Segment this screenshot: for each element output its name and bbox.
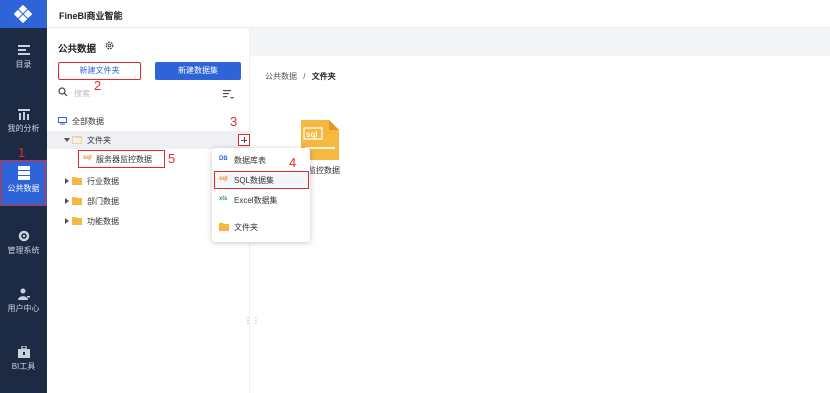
menu-item-excel-dataset[interactable]: xls Excel数据集 — [212, 191, 310, 209]
nav-label: 目录 — [15, 60, 32, 69]
bi-tools-icon — [17, 346, 30, 358]
tree-label: 行业数据 — [87, 177, 119, 186]
breadcrumb-root[interactable]: 公共数据 — [265, 72, 297, 81]
search-placeholder: 搜索 — [74, 89, 90, 98]
tree-item-folder[interactable]: 文件夹 — [47, 131, 250, 149]
expand-arrow-icon[interactable] — [65, 218, 69, 224]
file-icon-text: sql — [306, 130, 318, 139]
management-icon — [18, 230, 29, 242]
panel-title: 公共数据 — [58, 44, 97, 55]
main-header — [250, 28, 830, 56]
folder-open-icon — [72, 136, 82, 144]
db-table-icon: DB — [219, 156, 228, 162]
annotation-3: 3 — [230, 114, 238, 129]
nav-label: 用户中心 — [7, 304, 40, 313]
folder-icon — [72, 197, 82, 205]
search-icon — [58, 87, 68, 97]
filter-sort-icon[interactable] — [223, 89, 234, 99]
new-dataset-button[interactable]: 新建数据集 — [155, 62, 241, 80]
menu-item-folder[interactable]: 文件夹 — [212, 218, 310, 236]
folder-icon — [72, 177, 82, 185]
folder-icon — [72, 217, 82, 225]
resize-handle-icon[interactable]: ⋮⋮ — [244, 316, 260, 325]
add-button[interactable] — [238, 134, 250, 146]
excel-icon: xls — [219, 196, 228, 202]
breadcrumb-current: 文件夹 — [311, 72, 336, 81]
app-root: 目录 我的分析 公共数据 管理系统 用户中心 BI工具 1 FineBI商业智能… — [0, 0, 830, 393]
annotation-2: 2 — [94, 78, 102, 93]
tree-label: 全部数据 — [72, 117, 104, 126]
menu-item-label: Excel数据集 — [234, 196, 278, 205]
search-input[interactable]: 搜索 — [58, 86, 228, 100]
menu-item-label: 数据库表 — [234, 156, 266, 165]
annotation-box-4 — [214, 171, 309, 189]
expand-arrow-icon[interactable] — [65, 198, 69, 204]
breadcrumb-separator: / — [303, 72, 306, 81]
expand-arrow-icon[interactable] — [64, 138, 70, 142]
database-icon — [58, 117, 67, 125]
menu-item-label: 文件夹 — [234, 223, 258, 232]
logo[interactable] — [0, 0, 47, 28]
logo-icon — [14, 5, 32, 23]
user-center-icon — [17, 288, 30, 300]
top-bar: FineBI商业智能 — [47, 0, 830, 28]
app-title: FineBI商业智能 — [59, 11, 123, 21]
nav-label: 管理系统 — [7, 246, 40, 255]
annotation-box-1 — [1, 160, 46, 205]
nav-item-management[interactable]: 管理系统 — [0, 230, 47, 276]
settings-icon[interactable] — [105, 41, 114, 50]
tree-label: 文件夹 — [87, 136, 111, 145]
folder-icon — [219, 223, 229, 231]
tree-label: 部门数据 — [87, 197, 119, 206]
annotation-box-5 — [78, 150, 165, 168]
nav-item-bi-tools[interactable]: BI工具 — [0, 346, 47, 392]
catalog-icon — [17, 45, 30, 55]
breadcrumb: 公共数据 / 文件夹 — [265, 71, 336, 82]
nav-item-user-center[interactable]: 用户中心 — [0, 288, 47, 334]
analysis-icon — [17, 109, 30, 120]
tree-root[interactable]: 全部数据 — [47, 112, 250, 130]
left-nav: 目录 我的分析 公共数据 管理系统 用户中心 BI工具 1 — [0, 0, 47, 393]
nav-label: 我的分析 — [7, 124, 40, 133]
annotation-1: 1 — [18, 145, 26, 160]
tree-label: 功能数据 — [87, 217, 119, 226]
annotation-5: 5 — [168, 151, 176, 166]
nav-label: BI工具 — [11, 362, 36, 371]
nav-item-catalog[interactable]: 目录 — [0, 44, 47, 90]
main-area: 公共数据 / 文件夹 sql 器监控数据 ⋮⋮ — [244, 28, 830, 393]
expand-arrow-icon[interactable] — [65, 178, 69, 184]
annotation-4: 4 — [289, 155, 297, 170]
